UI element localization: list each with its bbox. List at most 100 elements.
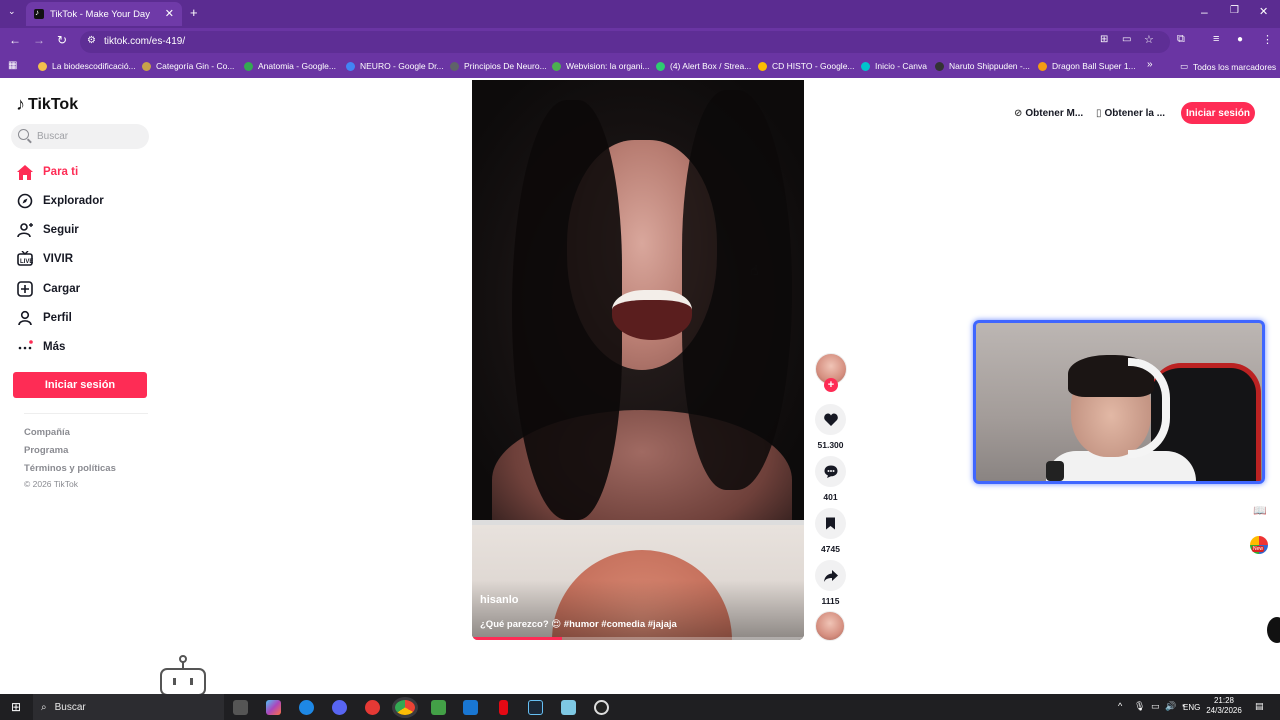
- forward-icon[interactable]: →: [33, 33, 45, 47]
- music-disc-avatar[interactable]: [815, 611, 845, 641]
- nav-item-cargar[interactable]: Cargar: [16, 280, 80, 298]
- copyright: © 2026 TikTok: [24, 479, 78, 489]
- bookmark-favicon-icon: [244, 61, 253, 71]
- translate-icon[interactable]: ⊞: [1100, 34, 1108, 45]
- save-button[interactable]: [815, 508, 846, 539]
- back-icon[interactable]: ←: [9, 33, 21, 47]
- search-input[interactable]: [11, 124, 149, 149]
- chrome-icon[interactable]: [395, 700, 415, 715]
- extensions-icon[interactable]: ⧉: [1177, 33, 1185, 46]
- tab-list-icon[interactable]: ⌄: [8, 6, 16, 17]
- tiktok-logo[interactable]: ♪ TikTok: [16, 94, 78, 115]
- bookmark-item[interactable]: CD HISTO - Google...: [758, 61, 855, 71]
- maximize-icon[interactable]: ❐: [1230, 5, 1239, 16]
- netflix-icon[interactable]: [499, 700, 508, 715]
- tray-chevron-icon[interactable]: ^: [1118, 701, 1122, 711]
- like-button[interactable]: [815, 404, 846, 435]
- comment-button[interactable]: [815, 456, 846, 487]
- bookmark-label: Inicio - Canva: [875, 61, 927, 71]
- app-icon[interactable]: [561, 700, 576, 715]
- profile-avatar-icon[interactable]: ●: [1237, 34, 1243, 45]
- bookmark-item[interactable]: Webvision: la organi...: [552, 61, 649, 71]
- bookmark-item[interactable]: Principios De Neuro...: [450, 61, 547, 71]
- minecraft-icon[interactable]: [431, 700, 446, 715]
- copilot-icon[interactable]: [266, 700, 281, 715]
- nav-item-vivir[interactable]: LIVE VIVIR: [16, 250, 73, 268]
- bookmark-item[interactable]: Naruto Shippuden -...: [935, 61, 1030, 71]
- opera-icon[interactable]: [365, 700, 380, 715]
- tray-volume-icon[interactable]: 🔊: [1165, 701, 1176, 712]
- windows-start-icon[interactable]: ⊞: [11, 700, 21, 714]
- comment-count: 401: [823, 492, 838, 502]
- robot-icon: [160, 655, 206, 695]
- video-caption[interactable]: ¿Qué parezco? 😍 #humor #comedia #jajaja: [480, 619, 677, 630]
- all-bookmarks[interactable]: ▭ Todos los marcadores: [1180, 61, 1276, 72]
- address-bar[interactable]: [80, 31, 1170, 53]
- minimize-icon[interactable]: –: [1201, 5, 1208, 19]
- notifications-icon[interactable]: ▤: [1255, 701, 1264, 712]
- bookmark-item[interactable]: Categoría Gin - Co...: [142, 61, 234, 71]
- taskbar-clock[interactable]: 21:28 24/3/2026: [1199, 696, 1249, 716]
- steam-icon[interactable]: [528, 700, 543, 715]
- bookmark-favicon-icon: [552, 61, 561, 71]
- apps-grid-icon[interactable]: ▦: [8, 60, 17, 71]
- get-coins-button[interactable]: ⊘ Obtener M...: [1014, 101, 1083, 125]
- obs-icon[interactable]: [594, 700, 609, 715]
- bookmark-item[interactable]: La biodescodificació...: [38, 61, 136, 71]
- get-app-button[interactable]: ▯ Obtener la ...: [1096, 101, 1165, 125]
- bookmark-item[interactable]: (4) Alert Box / Strea...: [656, 61, 751, 71]
- video-frame: [472, 80, 804, 550]
- nav-item-para-ti[interactable]: Para ti: [16, 163, 78, 181]
- footer-link-programa[interactable]: Programa: [24, 445, 68, 456]
- reader-mode-icon[interactable]: 📖: [1253, 504, 1267, 517]
- bookmark-item[interactable]: Anatomia - Google...: [244, 61, 336, 71]
- all-bookmarks-label: Todos los marcadores: [1193, 61, 1277, 72]
- discord-icon[interactable]: [332, 700, 347, 715]
- bookmark-item[interactable]: Dragon Ball Super 1...: [1038, 61, 1136, 71]
- tray-display-icon[interactable]: ▭: [1151, 701, 1160, 712]
- close-window-icon[interactable]: ✕: [1259, 5, 1268, 18]
- header-login-button[interactable]: Iniciar sesión: [1181, 102, 1255, 124]
- close-tab-icon[interactable]: ✕: [165, 7, 174, 20]
- footer-link-terminos[interactable]: Términos y políticas: [24, 463, 116, 474]
- bookmark-star-icon[interactable]: ☆: [1144, 33, 1154, 46]
- new-extension-icon[interactable]: New: [1250, 536, 1268, 554]
- svg-text:LIVE: LIVE: [20, 259, 33, 265]
- bookmark-favicon-icon: [935, 61, 944, 71]
- nav-item-perfil[interactable]: Perfil: [16, 309, 72, 327]
- nav-item-mas[interactable]: Más: [16, 338, 65, 356]
- edge-floating-icon[interactable]: [1267, 617, 1280, 643]
- site-info-icon[interactable]: ⚙: [87, 35, 96, 46]
- taskbar-search[interactable]: ⌕ Buscar: [33, 694, 224, 720]
- follow-plus-icon[interactable]: +: [824, 378, 838, 392]
- share-button[interactable]: [815, 560, 846, 591]
- cast-icon[interactable]: ▭: [1122, 34, 1131, 45]
- new-tab-icon[interactable]: +: [190, 5, 198, 20]
- bookmark-item[interactable]: NEURO - Google Dr...: [346, 61, 444, 71]
- more-bookmarks-icon[interactable]: »: [1147, 59, 1153, 70]
- vscode-icon[interactable]: [463, 700, 478, 715]
- sidebar-login-button[interactable]: Iniciar sesión: [13, 372, 147, 398]
- reload-icon[interactable]: ↻: [57, 33, 67, 47]
- bookmark-label: NEURO - Google Dr...: [360, 61, 444, 71]
- task-view-icon[interactable]: [233, 700, 248, 715]
- tray-lang[interactable]: ENG: [1183, 703, 1200, 712]
- footer-link-compania[interactable]: Compañía: [24, 427, 70, 438]
- browser-tab[interactable]: TikTok - Make Your Day ✕: [26, 2, 182, 26]
- video-author[interactable]: hisanlo: [480, 594, 519, 606]
- tab-title: TikTok - Make Your Day: [50, 8, 150, 20]
- phone-icon: ▯: [1096, 107, 1102, 119]
- bookmark-item[interactable]: Inicio - Canva: [861, 61, 927, 71]
- video-player[interactable]: hisanlo ¿Qué parezco? 😍 #humor #comedia …: [472, 80, 804, 640]
- follow-icon: [16, 221, 34, 239]
- edge-icon[interactable]: [299, 700, 314, 715]
- bookmark-favicon-icon: [142, 61, 151, 71]
- bookmark-favicon-icon: [38, 61, 47, 71]
- media-control-icon[interactable]: ≡: [1213, 33, 1219, 45]
- nav-item-seguir[interactable]: Seguir: [16, 221, 79, 239]
- nav-item-explorador[interactable]: Explorador: [16, 192, 104, 210]
- microphone-icon: [1046, 461, 1064, 481]
- video-progress-bar[interactable]: [472, 637, 804, 640]
- tray-mic-icon[interactable]: 🎙: [1134, 701, 1145, 712]
- browser-menu-icon[interactable]: ⋮: [1262, 33, 1273, 46]
